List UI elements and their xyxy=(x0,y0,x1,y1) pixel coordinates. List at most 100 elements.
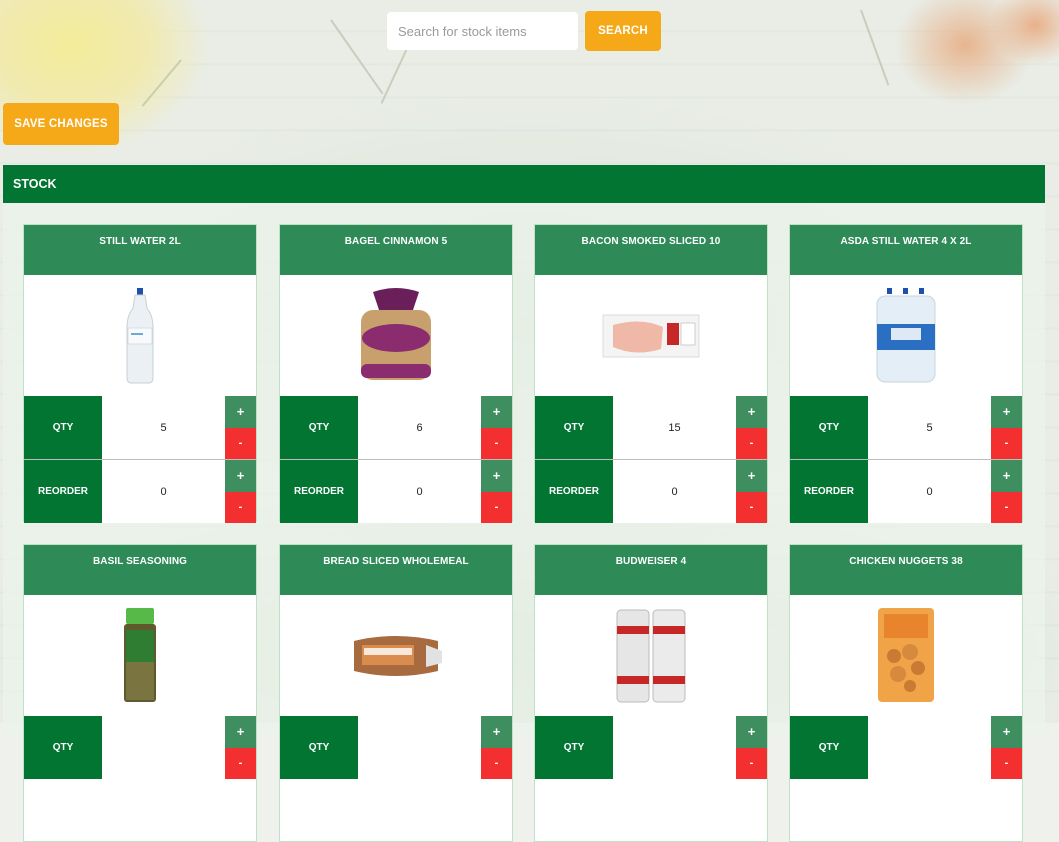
qty-stepper: + - xyxy=(991,396,1022,459)
decrement-qty-button[interactable]: - xyxy=(736,747,767,779)
qty-stepper: + - xyxy=(481,716,512,779)
qty-stepper: + - xyxy=(736,716,767,779)
stock-header: STOCK xyxy=(3,165,1045,203)
decrement-reorder-button[interactable]: - xyxy=(991,491,1022,523)
qty-label: QTY xyxy=(535,716,613,779)
item-name: ASDA STILL WATER 4 X 2L xyxy=(790,225,1022,275)
reorder-label: REORDER xyxy=(24,460,102,523)
qty-row: QTY + - xyxy=(790,716,1022,779)
reorder-value[interactable]: 0 xyxy=(868,460,991,523)
product-image xyxy=(790,275,1022,396)
qty-value[interactable]: 6 xyxy=(358,396,481,459)
search-input[interactable] xyxy=(387,12,578,50)
increment-qty-button[interactable]: + xyxy=(481,716,512,748)
item-name: BAGEL CINNAMON 5 xyxy=(280,225,512,275)
product-image xyxy=(535,275,767,396)
stock-card: CHICKEN NUGGETS 38 QTY + - xyxy=(789,544,1023,842)
product-image xyxy=(280,595,512,716)
qty-stepper: + - xyxy=(225,716,256,779)
decrement-qty-button[interactable]: - xyxy=(481,747,512,779)
item-name: STILL WATER 2L xyxy=(24,225,256,275)
product-image xyxy=(535,595,767,716)
qty-value[interactable] xyxy=(868,716,991,779)
qty-value[interactable]: 15 xyxy=(613,396,736,459)
item-name: BASIL SEASONING xyxy=(24,545,256,595)
increment-reorder-button[interactable]: + xyxy=(225,460,256,492)
qty-label: QTY xyxy=(24,396,102,459)
product-image xyxy=(790,595,1022,716)
increment-reorder-button[interactable]: + xyxy=(481,460,512,492)
qty-stepper: + - xyxy=(481,396,512,459)
stock-card: BUDWEISER 4 QTY + - xyxy=(534,544,768,842)
qty-stepper: + - xyxy=(225,396,256,459)
item-name: BREAD SLICED WHOLEMEAL xyxy=(280,545,512,595)
stock-panel: STOCK STILL WATER 2L QTY 5 + - REORDER 0… xyxy=(3,165,1045,842)
increment-qty-button[interactable]: + xyxy=(481,396,512,428)
reorder-label: REORDER xyxy=(790,460,868,523)
decrement-qty-button[interactable]: - xyxy=(225,427,256,459)
reorder-row: REORDER 0 + - xyxy=(280,459,512,523)
decrement-qty-button[interactable]: - xyxy=(481,427,512,459)
decrement-reorder-button[interactable]: - xyxy=(225,491,256,523)
qty-row: QTY + - xyxy=(535,716,767,779)
increment-reorder-button[interactable]: + xyxy=(736,460,767,492)
increment-qty-button[interactable]: + xyxy=(991,396,1022,428)
reorder-stepper: + - xyxy=(481,460,512,523)
qty-row: QTY + - xyxy=(280,716,512,779)
qty-value[interactable]: 5 xyxy=(102,396,225,459)
increment-qty-button[interactable]: + xyxy=(225,716,256,748)
decrement-qty-button[interactable]: - xyxy=(991,427,1022,459)
decrement-qty-button[interactable]: - xyxy=(736,427,767,459)
reorder-value[interactable]: 0 xyxy=(613,460,736,523)
nuggets-bag-image xyxy=(878,607,934,702)
qty-stepper: + - xyxy=(736,396,767,459)
qty-label: QTY xyxy=(535,396,613,459)
product-image xyxy=(24,275,256,396)
decrement-reorder-button[interactable]: - xyxy=(736,491,767,523)
reorder-stepper: + - xyxy=(991,460,1022,523)
stock-card: STILL WATER 2L QTY 5 + - REORDER 0 + - xyxy=(23,224,257,523)
decrement-qty-button[interactable]: - xyxy=(225,747,256,779)
item-name: BACON SMOKED SLICED 10 xyxy=(535,225,767,275)
qty-label: QTY xyxy=(280,716,358,779)
beer-cans-image xyxy=(616,609,686,702)
stock-card: BAGEL CINNAMON 5 QTY 6 + - REORDER 0 + - xyxy=(279,224,513,523)
water-bottle-2l-image xyxy=(126,287,154,383)
save-changes-button[interactable]: SAVE CHANGES xyxy=(3,103,119,145)
qty-value[interactable] xyxy=(102,716,225,779)
qty-label: QTY xyxy=(280,396,358,459)
increment-qty-button[interactable]: + xyxy=(225,396,256,428)
reorder-label: REORDER xyxy=(280,460,358,523)
decrement-qty-button[interactable]: - xyxy=(991,747,1022,779)
bread-loaf-image xyxy=(354,635,442,676)
product-image xyxy=(24,595,256,716)
qty-value[interactable] xyxy=(358,716,481,779)
increment-qty-button[interactable]: + xyxy=(736,396,767,428)
qty-row: QTY + - xyxy=(24,716,256,779)
item-name: CHICKEN NUGGETS 38 xyxy=(790,545,1022,595)
increment-qty-button[interactable]: + xyxy=(736,716,767,748)
basil-jar-image xyxy=(124,607,156,702)
qty-label: QTY xyxy=(790,716,868,779)
qty-value[interactable]: 5 xyxy=(868,396,991,459)
search-bar: SEARCH xyxy=(387,11,661,51)
product-image xyxy=(280,275,512,396)
qty-label: QTY xyxy=(24,716,102,779)
reorder-row: REORDER 0 + - xyxy=(535,459,767,523)
reorder-value[interactable]: 0 xyxy=(358,460,481,523)
stock-card: ASDA STILL WATER 4 X 2L QTY 5 + - REORDE… xyxy=(789,224,1023,523)
search-button[interactable]: SEARCH xyxy=(585,11,661,51)
qty-value[interactable] xyxy=(613,716,736,779)
reorder-value[interactable]: 0 xyxy=(102,460,225,523)
decrement-reorder-button[interactable]: - xyxy=(481,491,512,523)
item-name: BUDWEISER 4 xyxy=(535,545,767,595)
stock-card: BACON SMOKED SLICED 10 QTY 15 + - REORDE… xyxy=(534,224,768,523)
increment-reorder-button[interactable]: + xyxy=(991,460,1022,492)
qty-row: QTY 5 + - xyxy=(24,396,256,459)
qty-row: QTY 5 + - xyxy=(790,396,1022,459)
increment-qty-button[interactable]: + xyxy=(991,716,1022,748)
reorder-row: REORDER 0 + - xyxy=(24,459,256,523)
qty-row: QTY 15 + - xyxy=(535,396,767,459)
reorder-stepper: + - xyxy=(225,460,256,523)
bacon-pack-image xyxy=(602,314,700,357)
